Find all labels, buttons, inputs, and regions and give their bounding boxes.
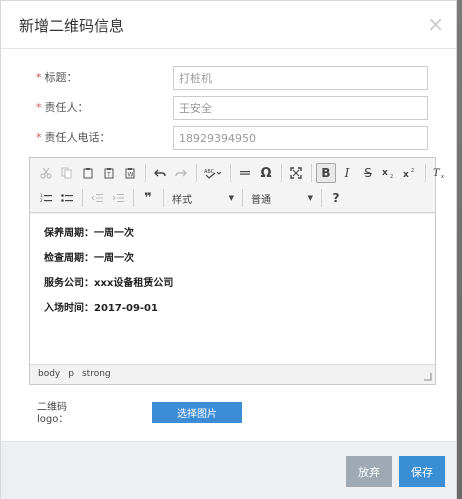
resize-handle-icon[interactable] (424, 373, 432, 381)
content-line: 入场时间：2017-09-01 (44, 303, 158, 314)
redo-icon[interactable] (171, 163, 191, 183)
required-marker: * (36, 71, 42, 84)
form-row-title: * 标题： (1, 66, 458, 90)
superscript-icon[interactable]: x2 (400, 163, 420, 183)
close-icon[interactable]: × (427, 14, 444, 34)
chevron-down-icon: ▼ (228, 194, 234, 202)
indent-icon[interactable] (108, 188, 128, 208)
svg-text:x: x (382, 168, 388, 178)
toolbar-separator (242, 189, 243, 207)
format-combo-label: 普通 (251, 194, 271, 206)
path-item-strong[interactable]: strong (82, 369, 111, 380)
paste-word-icon[interactable]: W (120, 163, 140, 183)
svg-text:x: x (441, 174, 444, 179)
discard-button[interactable]: 放弃 (346, 456, 392, 487)
toolbar-separator (196, 164, 197, 182)
horizontal-rule-icon[interactable] (235, 163, 255, 183)
styles-combo[interactable]: 样式 ▼ (168, 188, 238, 208)
svg-text:T: T (106, 172, 111, 179)
cut-icon[interactable] (36, 163, 56, 183)
paste-text-icon[interactable]: T (99, 163, 119, 183)
outdent-icon[interactable] (87, 188, 107, 208)
toolbar-row-1: T W ABC Ω B I S x 2 x 2 T x (36, 162, 451, 184)
paste-icon[interactable] (78, 163, 98, 183)
content-line: 服务公司：xxx设备租赁公司 (44, 278, 174, 289)
add-qrcode-dialog: 新增二维码信息 × *标题： *责任人： *责任人电话： (0, 0, 457, 499)
toolbar-separator (230, 164, 231, 182)
subscript-icon[interactable]: x2 (379, 163, 399, 183)
toolbar-separator (82, 189, 83, 207)
undo-icon[interactable] (150, 163, 170, 183)
qrcode-logo-label: 二维码logo： (37, 402, 69, 425)
dialog-title: 新增二维码信息 (19, 17, 125, 35)
path-item-p[interactable]: p (68, 369, 74, 380)
format-combo[interactable]: 普通 ▼ (247, 188, 317, 208)
field-label-phone: * 责任人电话： (36, 131, 111, 144)
remove-format-icon[interactable]: Tx (430, 163, 450, 183)
maximize-icon[interactable] (286, 163, 306, 183)
chevron-down-icon: ▼ (307, 194, 313, 202)
field-label-owner: * 责任人： (36, 101, 89, 114)
toolbar-separator (281, 164, 282, 182)
editor-element-path: body p strong (30, 364, 435, 384)
save-button[interactable]: 保存 (399, 456, 445, 487)
strike-icon[interactable]: S (358, 163, 378, 183)
toolbar-separator (311, 164, 312, 182)
content-line: 保养周期：一周一次 (44, 228, 134, 239)
toolbar-separator (133, 189, 134, 207)
owner-input[interactable] (173, 96, 428, 120)
content-line: 检查周期：一周一次 (44, 253, 134, 264)
title-input[interactable] (173, 66, 428, 90)
svg-text:T: T (433, 168, 441, 179)
choose-image-button[interactable]: 选择图片 (152, 402, 242, 423)
toolbar-separator (321, 189, 322, 207)
svg-text:x: x (403, 170, 409, 179)
dialog-footer: 放弃 保存 (1, 441, 456, 499)
bulleted-list-icon[interactable] (57, 188, 77, 208)
path-item-body[interactable]: body (38, 369, 60, 380)
toolbar-row-2: 12 ❞ 样式 ▼ 普通 ▼ ? (36, 187, 347, 209)
copy-icon[interactable] (57, 163, 77, 183)
special-char-icon[interactable]: Ω (256, 163, 276, 183)
phone-input[interactable] (173, 126, 428, 150)
form-row-phone: * 责任人电话： (1, 126, 458, 150)
styles-combo-label: 样式 (172, 194, 192, 206)
blockquote-icon[interactable]: ❞ (138, 188, 158, 208)
field-label-title: * 标题： (36, 71, 78, 84)
toolbar-separator (163, 189, 164, 207)
help-icon[interactable]: ? (326, 188, 346, 208)
required-marker: * (36, 131, 42, 144)
svg-text:2: 2 (40, 198, 43, 203)
svg-text:W: W (128, 172, 134, 179)
editor-content-area[interactable]: 保养周期：一周一次 检查周期：一周一次 服务公司：xxx设备租赁公司 入场时间：… (30, 214, 435, 364)
rich-text-editor: T W ABC Ω B I S x 2 x 2 T x 1 2 ❞ 样式 ▼ 普… (29, 157, 444, 385)
required-marker: * (36, 101, 42, 114)
dialog-header: 新增二维码信息 × (1, 1, 456, 49)
numbered-list-icon[interactable]: 12 (36, 188, 56, 208)
italic-icon[interactable]: I (337, 163, 357, 183)
toolbar-separator (425, 164, 426, 182)
svg-text:2: 2 (390, 174, 393, 179)
bold-icon[interactable]: B (316, 163, 336, 183)
form-row-owner: * 责任人： (1, 96, 458, 120)
svg-text:2: 2 (411, 168, 414, 174)
toolbar-separator (145, 164, 146, 182)
spellcheck-icon[interactable]: ABC (201, 163, 225, 183)
editor-toolbar: T W ABC Ω B I S x 2 x 2 T x 1 2 ❞ 样式 ▼ 普… (30, 158, 444, 213)
